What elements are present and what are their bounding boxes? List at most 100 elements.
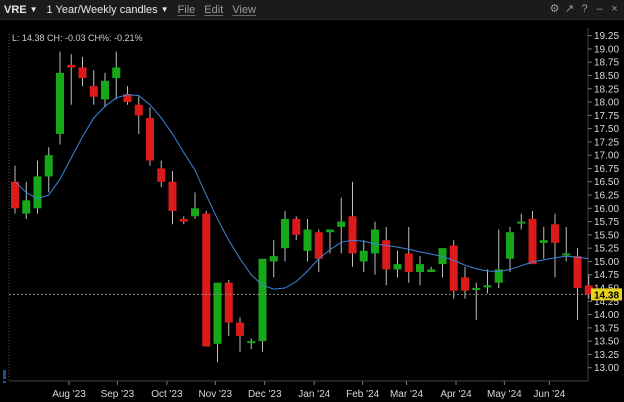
candle	[56, 51, 64, 145]
time-tick-label: Oct '23	[151, 389, 183, 400]
title-bar: VRE ▼ 1 Year/Weekly candles ▼ File Edit …	[0, 0, 624, 20]
plot-area	[8, 28, 589, 382]
candle-body	[551, 224, 559, 243]
candle	[112, 51, 121, 100]
chart-window: VRE ▼ 1 Year/Weekly candles ▼ File Edit …	[0, 0, 624, 402]
candle	[247, 338, 256, 350]
price-tick-label: 17.50	[594, 124, 619, 135]
candle	[168, 171, 177, 225]
minimize-icon[interactable]: ‒	[594, 3, 605, 15]
candle-body	[314, 232, 323, 259]
last-price-label: 14.38	[594, 290, 619, 301]
time-axis: Aug '23 Sep '23 Oct '23 Nov '23 Dec '23 Jan '…	[52, 381, 566, 400]
candle-body	[416, 264, 424, 273]
candle-body	[236, 322, 244, 336]
time-tick-label: Mar '24	[390, 389, 423, 400]
price-tick-label: 19.00	[594, 44, 619, 55]
period-dropdown[interactable]: 1 Year/Weekly candles ▼	[47, 4, 169, 16]
candle-body	[483, 285, 492, 288]
candle	[438, 248, 447, 278]
candle	[483, 269, 492, 294]
resize-handle[interactable]	[3, 370, 6, 383]
candle	[292, 216, 301, 241]
price-tick-label: 14.75	[594, 270, 619, 281]
menu-edit[interactable]: Edit	[204, 4, 223, 16]
candle	[393, 250, 402, 278]
candle-body	[78, 67, 87, 79]
time-tick-label: Sep '23	[101, 389, 135, 400]
candle-body	[449, 245, 458, 291]
candle	[157, 160, 166, 188]
candle	[337, 197, 346, 254]
time-tick-label: Apr '24	[440, 389, 472, 400]
help-icon[interactable]: ?	[579, 3, 590, 15]
candle	[191, 192, 199, 219]
candle-body	[573, 256, 582, 289]
candle	[11, 165, 19, 214]
time-tick-label: May '24	[487, 389, 522, 400]
time-tick-label: Dec '23	[248, 389, 282, 400]
candle-body	[44, 155, 53, 177]
candle	[258, 258, 267, 352]
price-tick-label: 18.25	[594, 84, 619, 95]
candle-body	[506, 232, 514, 259]
candle	[427, 266, 436, 273]
link-icon[interactable]: ↗	[564, 2, 575, 15]
price-tick-label: 17.25	[594, 137, 619, 148]
price-axis: 13.0013.2513.5013.7514.0014.2514.5014.75…	[588, 31, 619, 374]
menu-view[interactable]: View	[232, 4, 256, 16]
candle	[224, 280, 233, 336]
price-tick-label: 17.00	[594, 151, 619, 162]
candle-body	[382, 240, 391, 270]
candle	[134, 96, 143, 134]
candle	[101, 72, 109, 108]
candle-body	[247, 341, 256, 344]
price-tick-label: 16.50	[594, 177, 619, 188]
candle-body	[371, 229, 379, 254]
candle	[494, 229, 503, 289]
candle-body	[258, 258, 267, 342]
candles	[11, 51, 593, 363]
candle	[371, 221, 379, 275]
candle-body	[33, 176, 42, 209]
window-controls: ⚙ ↗ ? ‒ ×	[549, 2, 620, 16]
candle-body	[281, 218, 289, 249]
candle-body	[303, 229, 312, 251]
price-tick-label: 13.00	[594, 363, 619, 374]
candle	[528, 210, 537, 265]
price-tick-label: 16.25	[594, 191, 619, 202]
price-tick-label: 15.25	[594, 244, 619, 255]
candle-body	[101, 80, 109, 100]
candle	[146, 107, 154, 166]
candle	[33, 160, 42, 214]
candle-body	[326, 229, 334, 233]
time-tick-label: Aug '23	[52, 389, 86, 400]
moving-average-line	[14, 94, 589, 290]
price-tick-label: 13.25	[594, 350, 619, 361]
symbol-label: VRE	[4, 3, 27, 16]
candle-body	[562, 253, 571, 256]
candlestick-chart[interactable]: 13.0013.2513.5013.7514.0014.2514.5014.75…	[0, 20, 624, 402]
candle	[78, 56, 87, 87]
close-icon[interactable]: ×	[609, 3, 620, 15]
price-tick-label: 18.00	[594, 98, 619, 109]
price-tick-label: 13.75	[594, 323, 619, 334]
chevron-down-icon: ▼	[160, 5, 169, 14]
candle-body	[539, 240, 548, 243]
time-tick-label: Jan '24	[298, 389, 330, 400]
time-tick-label: Feb '24	[346, 389, 379, 400]
chevron-down-icon: ▼	[29, 5, 38, 14]
candle-body	[269, 256, 278, 262]
candle	[461, 266, 469, 299]
candle-body	[157, 168, 166, 182]
price-tick-label: 16.00	[594, 204, 619, 215]
candle-body	[134, 104, 143, 116]
menu-file[interactable]: File	[178, 4, 196, 16]
symbol-dropdown[interactable]: VRE ▼	[4, 4, 38, 16]
candle-body	[168, 181, 177, 211]
candle	[303, 218, 312, 262]
price-tick-label: 18.75	[594, 58, 619, 69]
candle-body	[359, 250, 368, 262]
gear-icon[interactable]: ⚙	[549, 2, 560, 15]
candle	[416, 256, 424, 286]
